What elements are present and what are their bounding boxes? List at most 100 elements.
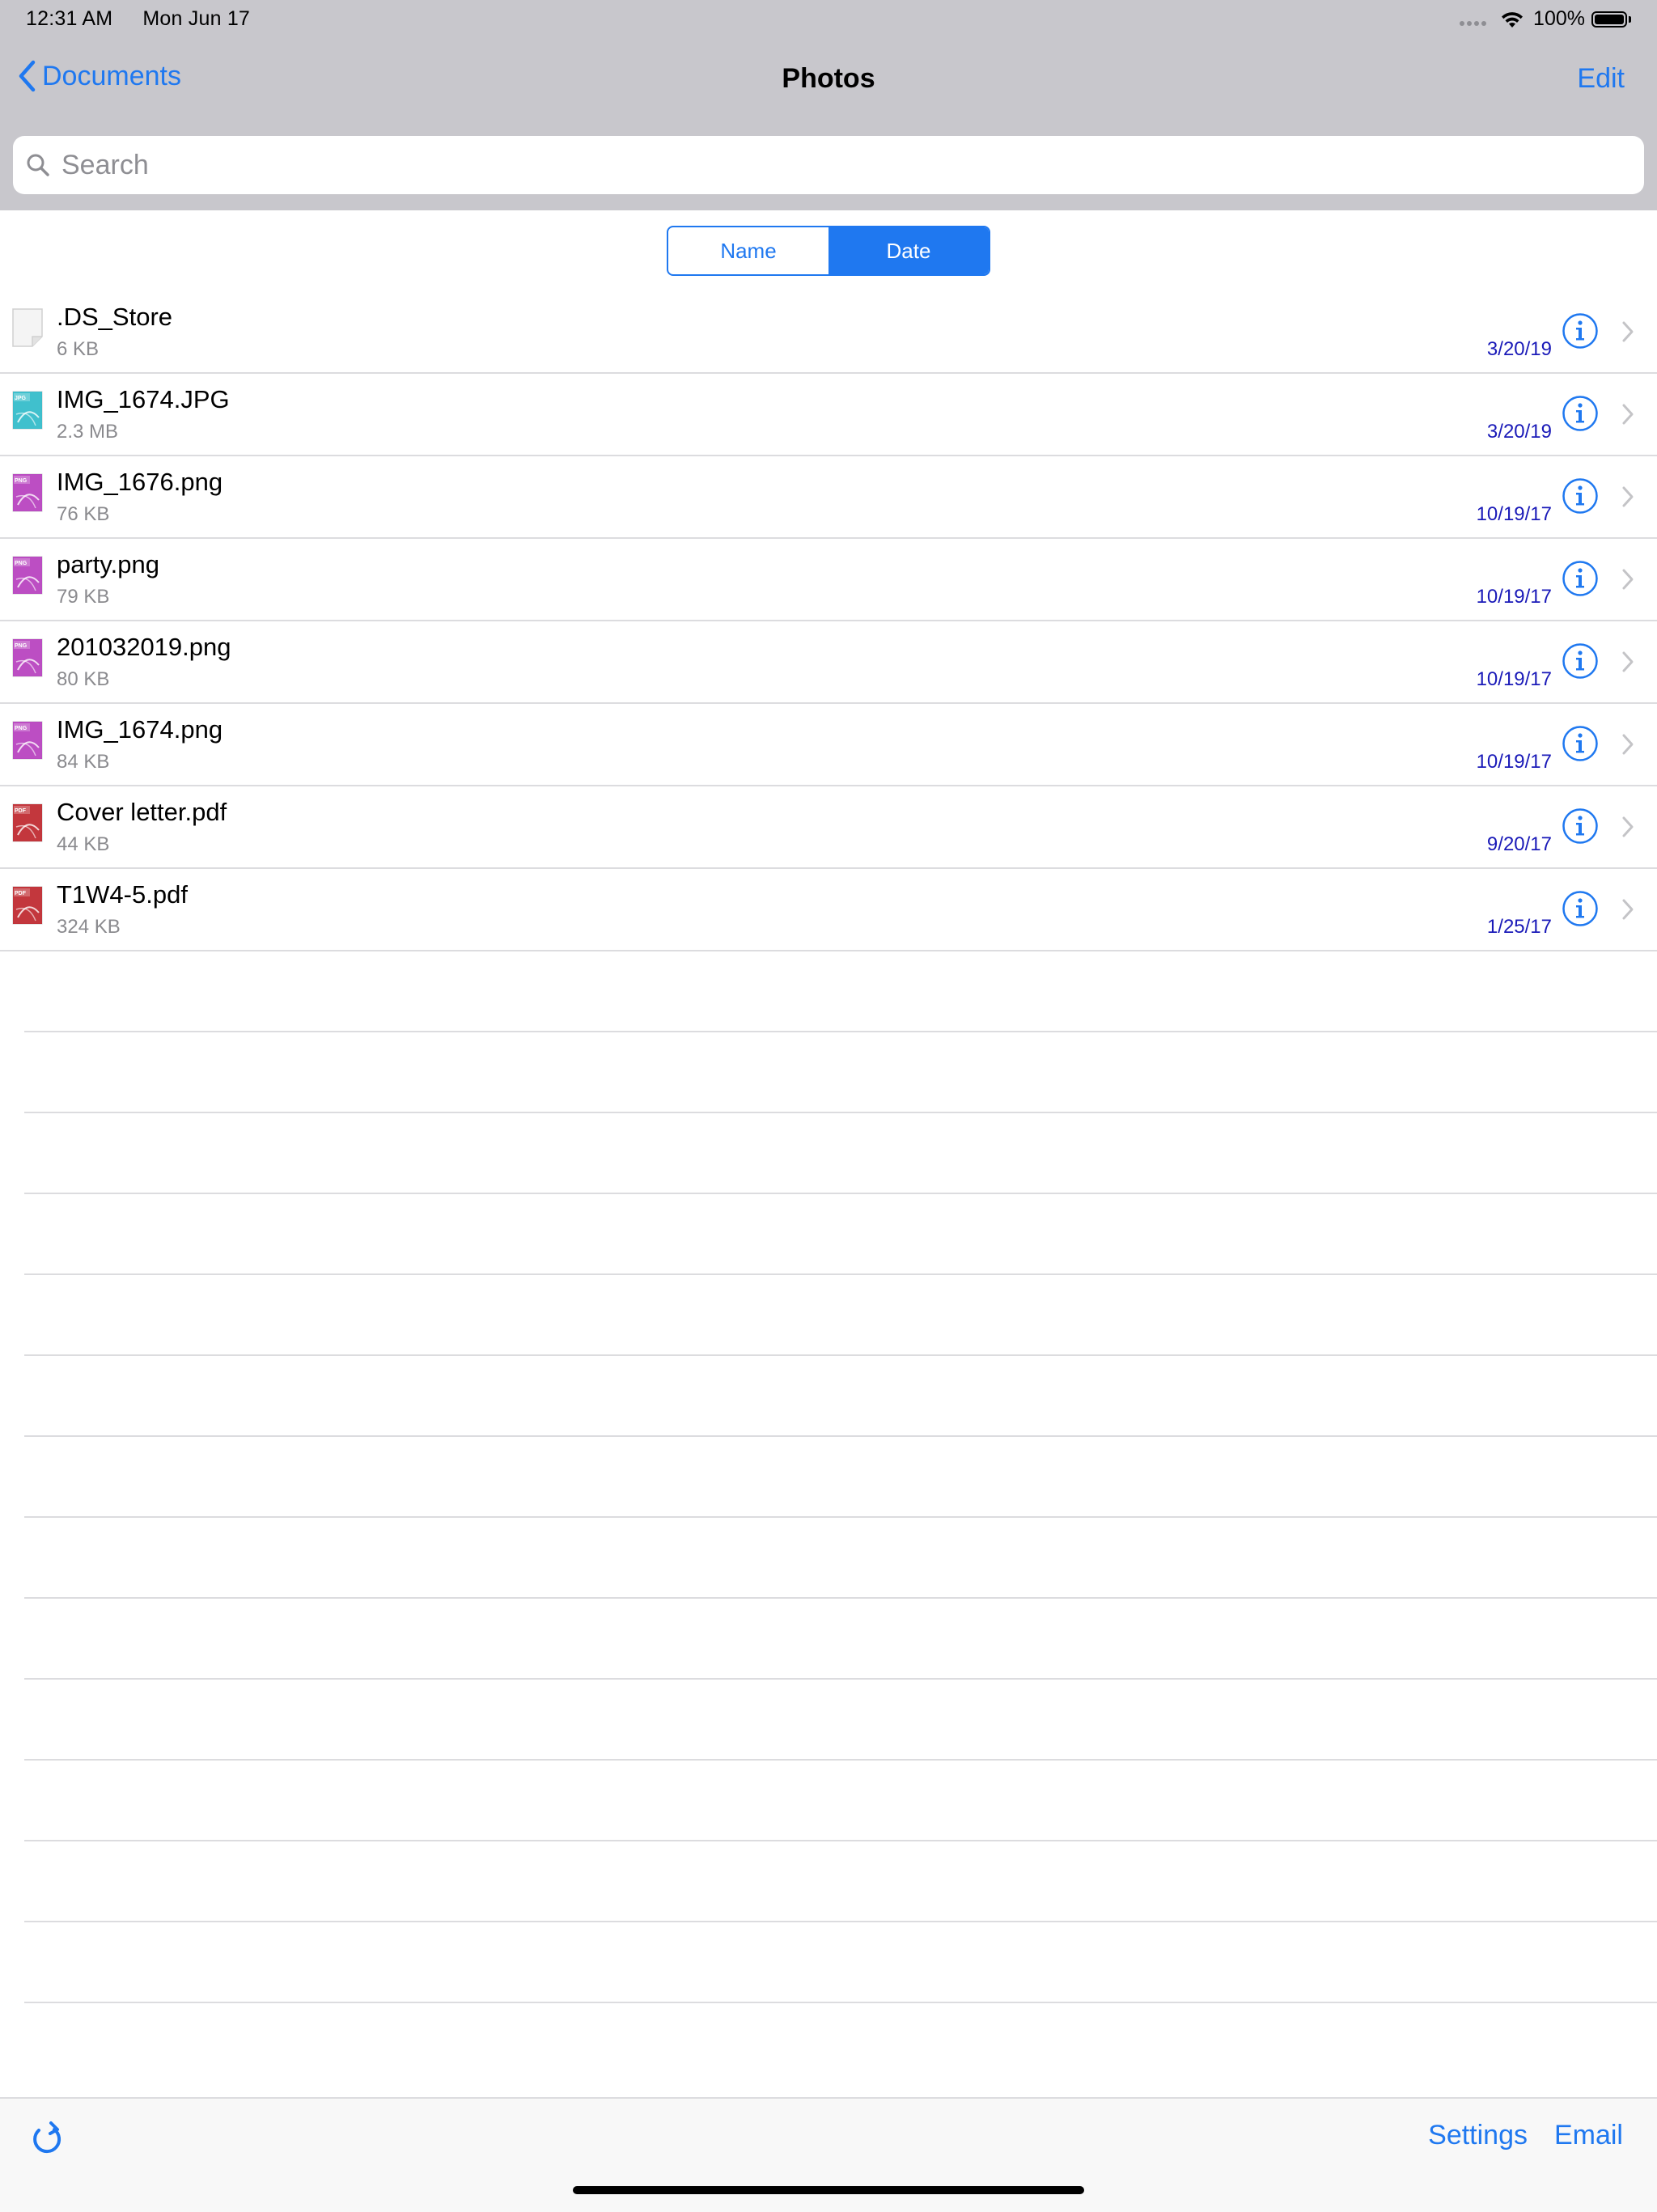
file-name: Cover letter.pdf [57,798,227,826]
sort-by-name-segment[interactable]: Name [668,227,828,274]
file-name: IMG_1674.JPG [57,385,230,413]
file-date: 9/20/17 [1486,833,1552,855]
file-date: 10/19/17 [1476,668,1552,690]
empty-row [24,1032,1657,1113]
search-icon [27,154,49,176]
chevron-right-icon [1622,899,1634,920]
chevron-right-icon [1622,486,1634,507]
empty-row [24,1599,1657,1680]
file-type-badge: PDF [15,891,27,896]
pdf-file-icon: PDF [12,886,43,925]
file-type-badge: PNG [15,726,28,731]
info-icon[interactable] [1562,395,1599,432]
info-icon[interactable] [1562,807,1599,845]
chevron-right-icon [1622,569,1634,590]
battery-percent: 100% [1533,7,1585,30]
sort-segmented-control: Name Date [667,226,990,276]
file-size: 76 KB [57,503,110,525]
file-name: IMG_1676.png [57,468,223,496]
chevron-right-icon [1622,404,1634,425]
info-icon[interactable] [1562,642,1599,680]
file-type-badge: PNG [15,643,28,649]
info-icon[interactable] [1562,890,1599,927]
file-row[interactable]: JPG IMG_1674.JPG 2.3 MB 3/20/19 [0,374,1657,456]
file-list: .DS_Store 6 KB 3/20/19 JPG IMG_1674.JPG 2.3 … [0,291,1657,2003]
empty-row [24,1113,1657,1194]
chevron-right-icon [1622,651,1634,672]
status-bar: 12:31 AM Mon Jun 17 100% [0,0,1657,40]
empty-row [24,1437,1657,1518]
empty-row [24,1275,1657,1356]
pdf-file-icon: PDF [12,803,43,842]
sort-by-date-segment[interactable]: Date [828,227,989,274]
file-type-badge: PNG [15,561,28,566]
email-button[interactable]: Email [1554,2120,1623,2151]
jpg-file-icon: JPG [12,391,43,430]
file-row[interactable]: .DS_Store 6 KB 3/20/19 [0,291,1657,374]
empty-row [24,1761,1657,1841]
settings-button[interactable]: Settings [1428,2120,1528,2151]
status-date: Mon Jun 17 [142,7,251,30]
battery-icon [1591,11,1631,28]
navigation-bar: Documents Photos Edit [0,40,1657,121]
file-type-badge: PNG [15,478,28,484]
search-box[interactable] [13,136,1644,194]
bottom-toolbar: Settings Email [0,2097,1657,2212]
file-name: .DS_Store [57,303,173,331]
cellular-signal-icon [1460,20,1487,26]
wifi-icon [1502,11,1524,28]
file-name: T1W4-5.pdf [57,880,188,909]
file-date: 1/25/17 [1486,916,1552,938]
png-file-icon: PNG [12,721,43,760]
file-date: 10/19/17 [1476,503,1552,525]
empty-row [24,1356,1657,1437]
page-title: Photos [782,63,875,94]
file-row[interactable]: PNG IMG_1674.png 84 KB 10/19/17 [0,704,1657,786]
edit-button[interactable]: Edit [1577,63,1625,95]
file-date: 10/19/17 [1476,751,1552,773]
info-icon[interactable] [1562,312,1599,350]
status-time: 12:31 AM [26,7,113,30]
file-name: party.png [57,550,159,578]
info-icon[interactable] [1562,560,1599,597]
file-size: 6 KB [57,338,100,360]
file-size: 84 KB [57,751,110,773]
status-left: 12:31 AM Mon Jun 17 [26,7,250,31]
file-size: 79 KB [57,586,110,608]
file-row[interactable]: PDF T1W4-5.pdf 324 KB 1/25/17 [0,869,1657,951]
file-date: 3/20/19 [1486,338,1552,360]
chevron-right-icon [1622,734,1634,755]
empty-row [24,1518,1657,1599]
search-area [0,120,1657,210]
png-file-icon: PNG [12,638,43,677]
empty-row [24,1841,1657,1922]
file-date: 10/19/17 [1476,586,1552,608]
file-size: 324 KB [57,916,121,938]
generic-file-icon [12,308,43,347]
status-right: 100% [1460,7,1631,31]
file-size: 44 KB [57,833,110,855]
empty-row [24,1194,1657,1275]
file-date: 3/20/19 [1486,421,1552,443]
refresh-icon[interactable] [29,2118,66,2159]
home-indicator [573,2186,1084,2194]
chevron-right-icon [1622,816,1634,837]
file-row[interactable]: PNG 201032019.png 80 KB 10/19/17 [0,621,1657,704]
file-name: 201032019.png [57,633,231,661]
chevron-right-icon [1622,321,1634,342]
file-row[interactable]: PNG IMG_1676.png 76 KB 10/19/17 [0,456,1657,539]
png-file-icon: PNG [12,473,43,512]
file-row[interactable]: PDF Cover letter.pdf 44 KB 9/20/17 [0,786,1657,869]
file-row[interactable]: PNG party.png 79 KB 10/19/17 [0,539,1657,621]
search-input[interactable] [60,148,1600,182]
empty-row [24,1922,1657,2003]
file-size: 80 KB [57,668,110,690]
file-size: 2.3 MB [57,421,119,443]
file-name: IMG_1674.png [57,715,223,744]
empty-row [24,951,1657,1032]
info-icon[interactable] [1562,477,1599,515]
png-file-icon: PNG [12,556,43,595]
file-type-badge: PDF [15,808,27,814]
empty-row [24,1680,1657,1761]
info-icon[interactable] [1562,725,1599,762]
